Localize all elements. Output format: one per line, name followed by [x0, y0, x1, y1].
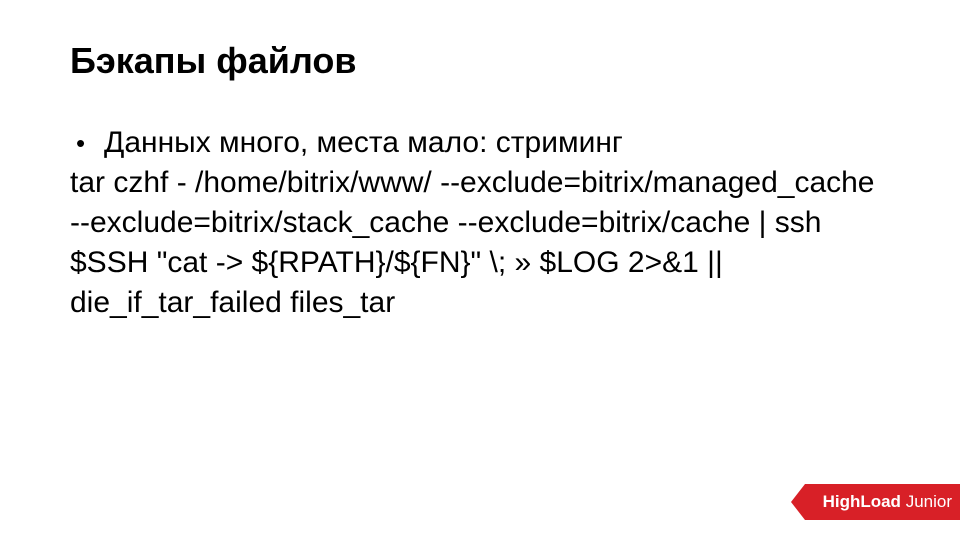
slide: Бэкапы файлов Данных много, места мало: … [0, 0, 960, 540]
command-block: tar czhf - /home/bitrix/www/ --exclude=b… [70, 163, 890, 323]
slide-title: Бэкапы файлов [70, 40, 890, 81]
bullet-item: Данных много, места мало: стриминг [70, 123, 890, 163]
bullet-list: Данных много, места мало: стриминг [70, 123, 890, 163]
footer-logo: HighLoad Junior [791, 482, 960, 522]
logo-light: Junior [906, 492, 952, 512]
logo-text: HighLoad Junior [805, 484, 960, 520]
logo-arrow: HighLoad Junior [791, 484, 960, 520]
slide-body: Данных много, места мало: стриминг tar c… [70, 123, 890, 322]
arrow-left-icon [791, 484, 805, 520]
logo-bold: HighLoad [823, 492, 901, 512]
